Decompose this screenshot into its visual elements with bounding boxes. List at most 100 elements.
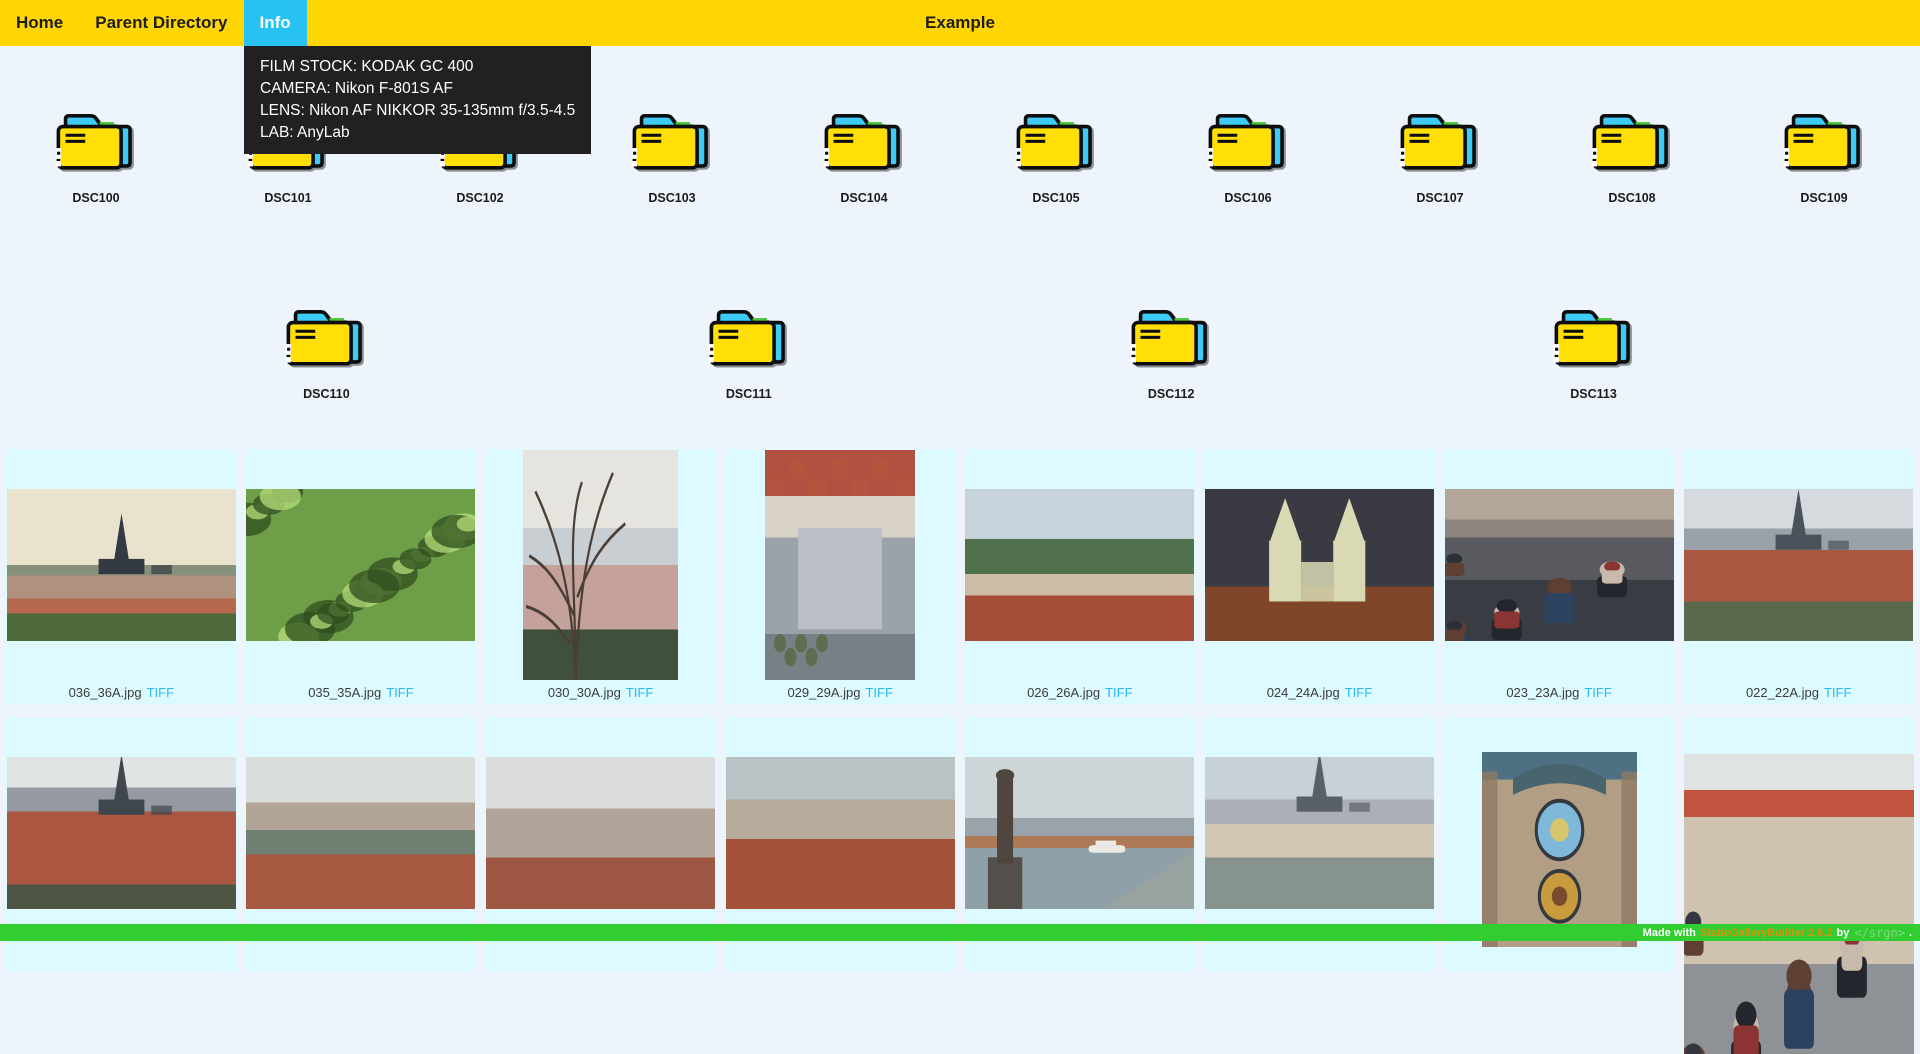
folder-icon: [1397, 105, 1483, 175]
photo-thumbnail[interactable]: [246, 757, 475, 909]
photo-filename: 036_36A.jpg: [69, 685, 142, 700]
folder-item[interactable]: DSC103: [576, 105, 768, 205]
folder-icon: [283, 301, 369, 371]
folder-item[interactable]: DSC113: [1498, 301, 1690, 401]
footer-bar: Made with StaticGalleryBuilder 2.6.2 by …: [0, 924, 1920, 941]
folder-item[interactable]: DSC108: [1536, 105, 1728, 205]
folder-icon: [1781, 105, 1867, 175]
photo-image-box: [485, 717, 716, 949]
photo-thumbnail[interactable]: [246, 489, 475, 641]
photo-filename: 030_30A.jpg: [548, 685, 621, 700]
folder-item[interactable]: DSC110: [230, 301, 422, 401]
photo-image-box: [1444, 449, 1675, 681]
photo-image-box: [485, 449, 716, 681]
nav-item[interactable]: Parent Directory: [79, 0, 243, 46]
photo-thumbnail[interactable]: [965, 489, 1194, 641]
photo-label: 026_26A.jpg TIFF: [965, 681, 1196, 704]
folder-icon: [53, 105, 139, 175]
nav-bar: HomeParent DirectoryInfo Example: [0, 0, 1920, 46]
folder-icon: [1205, 105, 1291, 175]
photo-thumbnail[interactable]: [7, 489, 236, 641]
tiff-link[interactable]: TIFF: [1105, 685, 1132, 700]
tiff-link[interactable]: TIFF: [1584, 685, 1611, 700]
photo-thumbnail[interactable]: [1445, 489, 1674, 641]
photo-thumbnail[interactable]: [486, 757, 715, 909]
photo-cell: 026_26A.jpg TIFF: [965, 449, 1196, 704]
tiff-link[interactable]: TIFF: [865, 685, 892, 700]
photo-thumbnail[interactable]: [1684, 489, 1913, 641]
folder-icon: [1013, 105, 1099, 175]
info-tooltip: FILM STOCK: KODAK GC 400CAMERA: Nikon F-…: [244, 46, 591, 154]
tiff-link[interactable]: TIFF: [147, 685, 174, 700]
tiff-link[interactable]: TIFF: [1824, 685, 1851, 700]
photo-thumbnail[interactable]: [765, 450, 915, 680]
footer-suffix: .: [1909, 927, 1912, 939]
footer-made-with: Made with: [1643, 927, 1696, 939]
photo-image-box: [1683, 449, 1914, 681]
photo-cell: 023_23A.jpg TIFF: [1444, 449, 1675, 704]
folder-label: DSC101: [264, 191, 311, 205]
photo-thumbnail[interactable]: [7, 757, 236, 909]
folder-icon: [1128, 301, 1214, 371]
folder-label: DSC113: [1570, 387, 1617, 401]
photo-filename: 023_23A.jpg: [1506, 685, 1579, 700]
nav-item[interactable]: Info: [244, 0, 307, 46]
folder-item[interactable]: DSC107: [1344, 105, 1536, 205]
photo-filename: 022_22A.jpg: [1746, 685, 1819, 700]
tooltip-line: CAMERA: Nikon F-801S AF: [260, 78, 575, 100]
photo-thumbnail[interactable]: [1684, 754, 1914, 1054]
tooltip-line: LAB: AnyLab: [260, 122, 575, 144]
folder-item[interactable]: DSC106: [1152, 105, 1344, 205]
photo-filename: 035_35A.jpg: [308, 685, 381, 700]
photo-thumbnail[interactable]: [726, 757, 955, 909]
photo-label: [246, 949, 477, 972]
photo-cell: 035_35A.jpg TIFF: [246, 449, 477, 704]
folder-item[interactable]: DSC111: [653, 301, 845, 401]
builder-link[interactable]: StaticGalleryBuilder 2.6.2: [1700, 927, 1833, 939]
folder-label: DSC104: [840, 191, 887, 205]
photo-thumbnail[interactable]: [1482, 752, 1637, 947]
tiff-link[interactable]: TIFF: [1345, 685, 1372, 700]
folder-item[interactable]: DSC112: [1075, 301, 1267, 401]
folder-label: DSC103: [648, 191, 695, 205]
photo-image-box: [246, 449, 477, 681]
folder-item[interactable]: DSC105: [960, 105, 1152, 205]
photo-thumbnail[interactable]: [965, 757, 1194, 909]
folder-label: DSC100: [72, 191, 119, 205]
photo-thumbnail[interactable]: [523, 450, 678, 680]
nav-item[interactable]: Home: [0, 0, 79, 46]
photo-thumbnail[interactable]: [1205, 757, 1434, 909]
photo-label: [965, 949, 1196, 972]
photo-image-box: [965, 449, 1196, 681]
photo-thumbnail[interactable]: [1205, 489, 1434, 641]
folder-label: DSC107: [1416, 191, 1463, 205]
photo-label: 036_36A.jpg TIFF: [6, 681, 237, 704]
folder-item[interactable]: DSC104: [768, 105, 960, 205]
photo-image-box: [725, 717, 956, 949]
tiff-link[interactable]: TIFF: [626, 685, 653, 700]
srgn-logo-link[interactable]: </srgn>: [1854, 926, 1905, 940]
photo-label: [1204, 949, 1435, 972]
folder-label: DSC102: [456, 191, 503, 205]
photo-label: 024_24A.jpg TIFF: [1204, 681, 1435, 704]
photo-filename: 024_24A.jpg: [1267, 685, 1340, 700]
folder-item[interactable]: DSC109: [1728, 105, 1920, 205]
folder-label: DSC112: [1148, 387, 1195, 401]
photo-label: 022_22A.jpg TIFF: [1683, 681, 1914, 704]
photo-cell: 022_22A.jpg TIFF: [1683, 449, 1914, 704]
folder-item[interactable]: DSC100: [0, 105, 192, 205]
photo-image-box: [725, 449, 956, 681]
folder-label: DSC109: [1800, 191, 1847, 205]
folder-label: DSC105: [1032, 191, 1079, 205]
folder-icon: [1551, 301, 1637, 371]
photo-image-box: [246, 717, 477, 949]
photo-filename: 026_26A.jpg: [1027, 685, 1100, 700]
photo-label: 029_29A.jpg TIFF: [725, 681, 956, 704]
tiff-link[interactable]: TIFF: [386, 685, 413, 700]
photo-cell: 024_24A.jpg TIFF: [1204, 449, 1435, 704]
tooltip-line: LENS: Nikon AF NIKKOR 35-135mm f/3.5-4.5: [260, 100, 575, 122]
photo-image-box: [1683, 717, 1914, 949]
photo-filename: 029_29A.jpg: [787, 685, 860, 700]
photo-label: 035_35A.jpg TIFF: [246, 681, 477, 704]
photo-image-box: [1204, 449, 1435, 681]
